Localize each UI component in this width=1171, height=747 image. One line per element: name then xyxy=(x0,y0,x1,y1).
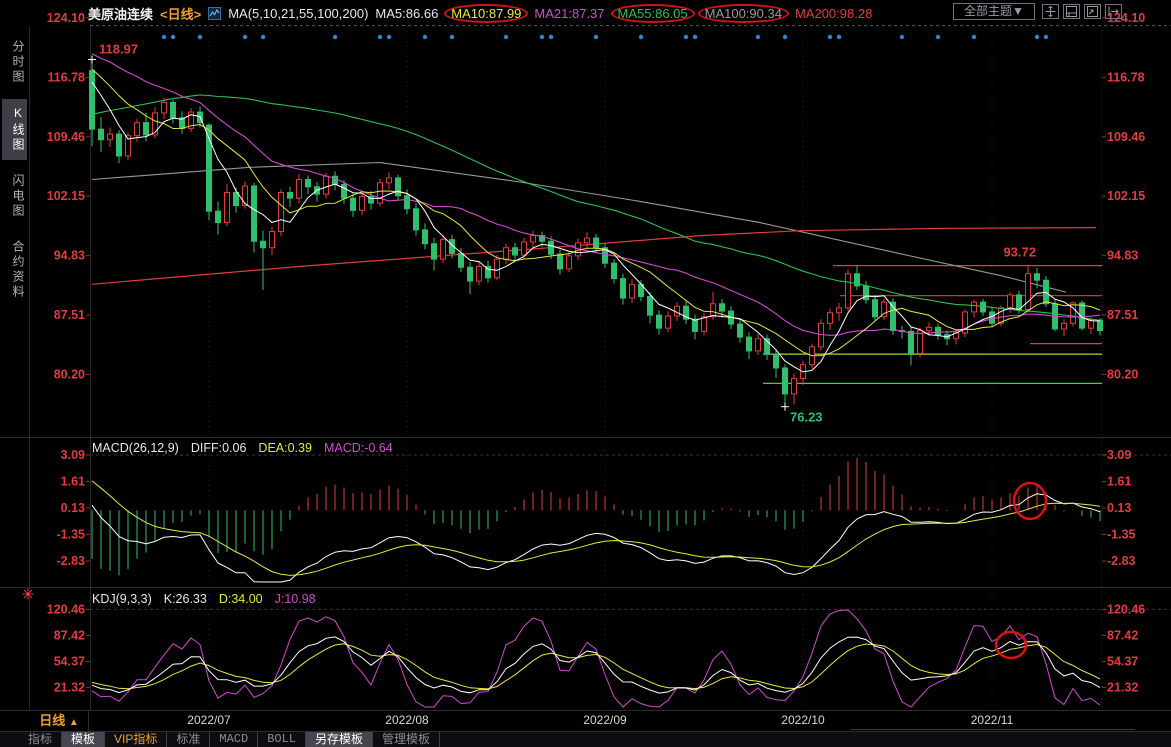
svg-text:2022/09: 2022/09 xyxy=(583,713,627,727)
crosshair-icon[interactable] xyxy=(1042,4,1059,19)
svg-text:87.51: 87.51 xyxy=(1107,308,1138,322)
header-ma10-value: MA10:87.99 xyxy=(444,4,528,23)
svg-text:94.83: 94.83 xyxy=(54,249,85,263)
sidebar-tab-kline[interactable]: K线图 xyxy=(2,99,27,160)
svg-text:118.97: 118.97 xyxy=(99,42,138,57)
svg-text:54.37: 54.37 xyxy=(54,654,85,668)
svg-text:109.46: 109.46 xyxy=(1107,130,1145,144)
exit-pane-icon[interactable] xyxy=(1105,4,1122,19)
mini-chart-icon xyxy=(208,7,221,20)
svg-text:87.51: 87.51 xyxy=(54,308,85,322)
sidebar-tab-fenshi[interactable]: 分时图 xyxy=(2,33,27,92)
svg-text:54.37: 54.37 xyxy=(1107,654,1138,668)
svg-text:0.13: 0.13 xyxy=(1107,501,1131,515)
header-ma100-value: MA100:90.34 xyxy=(698,4,789,23)
svg-text:80.20: 80.20 xyxy=(1107,367,1138,381)
chart-header: 美原油连续 <日线> MA(5,10,21,55,100,200) MA5:86… xyxy=(0,0,1171,26)
pane-layout-icon[interactable] xyxy=(1063,4,1080,19)
svg-text:2022/07: 2022/07 xyxy=(187,713,231,727)
header-ma55-value: MA55:86.05 xyxy=(611,4,695,23)
indicator-window-icon[interactable] xyxy=(1084,4,1101,19)
period-tag: <日线> xyxy=(160,4,201,23)
trading-app: 2022/07 2022/08 2022/09 2022/10 2022/11 118.9… xyxy=(0,0,1171,747)
left-tab-sidebar: 分时图 K线图闪电图合约资料 xyxy=(0,26,29,710)
svg-text:87.42: 87.42 xyxy=(54,628,85,642)
window-tool-buttons xyxy=(1042,4,1122,19)
svg-text:0.13: 0.13 xyxy=(61,501,85,515)
svg-text:-1.35: -1.35 xyxy=(1107,527,1136,541)
svg-text:2022/08: 2022/08 xyxy=(385,713,429,727)
header-ma5-value: MA5:86.66 xyxy=(375,6,438,21)
period-button-label: 日线 xyxy=(39,713,65,728)
svg-text:109.46: 109.46 xyxy=(47,130,85,144)
toolbar-tab-vip[interactable]: VIP指标 xyxy=(105,732,167,747)
toolbar-spacer xyxy=(440,732,1171,747)
svg-text:MACD(26,12,9)DIFF:0.06DEA:0.39: MACD(26,12,9)DIFF:0.06DEA:0.39MACD:-0.64 xyxy=(92,441,393,455)
instrument-title: 美原油连续 xyxy=(88,4,153,23)
svg-text:-1.35: -1.35 xyxy=(57,527,86,541)
svg-text:102.15: 102.15 xyxy=(1107,189,1145,203)
sidebar-tab-flash[interactable]: 闪电图 xyxy=(2,167,27,226)
svg-text:102.15: 102.15 xyxy=(47,189,85,203)
svg-text:1.61: 1.61 xyxy=(1107,474,1131,488)
theme-selector-button[interactable]: 全部主题▼ xyxy=(953,3,1035,20)
svg-text:-2.83: -2.83 xyxy=(1107,554,1136,568)
svg-text:2022/10: 2022/10 xyxy=(781,713,825,727)
svg-text:21.32: 21.32 xyxy=(1107,680,1138,694)
toolbar-tab-macd[interactable]: MACD xyxy=(210,732,258,747)
period-collapse-arrow: ▲ xyxy=(69,717,79,728)
svg-text:87.42: 87.42 xyxy=(1107,628,1138,642)
svg-text:1.61: 1.61 xyxy=(61,474,85,488)
svg-text:3.09: 3.09 xyxy=(61,448,85,462)
toolbar-tab-manage[interactable]: 管理模板 xyxy=(373,732,440,747)
toolbar-tab-boll[interactable]: BOLL xyxy=(258,732,306,747)
sidebar-tab-contract[interactable]: 合约资料 xyxy=(2,233,27,307)
svg-text:-2.83: -2.83 xyxy=(57,554,86,568)
svg-text:120.46: 120.46 xyxy=(47,602,85,616)
svg-text:3.09: 3.09 xyxy=(1107,448,1131,462)
header-ma200-value: MA200:98.28 xyxy=(795,6,872,21)
toolbar-tab-saveas[interactable]: 另存模板 xyxy=(306,732,373,747)
ma-values: MA5:86.66MA10:87.99MA21:87.37MA55:86.05M… xyxy=(375,4,872,23)
header-ma21-value: MA21:87.37 xyxy=(534,6,604,21)
svg-text:94.83: 94.83 xyxy=(1107,249,1138,263)
bottom-toolbar: 指标模板VIP指标标准MACDBOLL另存模板管理模板 xyxy=(0,731,1171,747)
chart-canvas[interactable]: 2022/07 2022/08 2022/09 2022/10 2022/11 118.9… xyxy=(0,0,1171,747)
svg-text:116.78: 116.78 xyxy=(1107,70,1145,84)
svg-text:93.72: 93.72 xyxy=(1003,245,1036,260)
toolbar-tab-indicator[interactable]: 指标 xyxy=(19,732,62,747)
svg-text:21.32: 21.32 xyxy=(54,680,85,694)
svg-text:120.46: 120.46 xyxy=(1107,602,1145,616)
ma-config-label: MA(5,10,21,55,100,200) xyxy=(228,6,368,21)
svg-text:80.20: 80.20 xyxy=(54,367,85,381)
svg-text:2022/11: 2022/11 xyxy=(971,713,1014,727)
toolbar-tab-standard[interactable]: 标准 xyxy=(167,732,210,747)
svg-text:KDJ(9,3,3)K:26.33D:34.00J:10.9: KDJ(9,3,3)K:26.33D:34.00J:10.98 xyxy=(92,592,316,606)
toolbar-tab-template[interactable]: 模板 xyxy=(62,732,105,747)
svg-text:76.23: 76.23 xyxy=(790,410,823,425)
svg-text:116.78: 116.78 xyxy=(47,70,85,84)
period-button[interactable]: 日线 ▲ xyxy=(30,711,89,731)
